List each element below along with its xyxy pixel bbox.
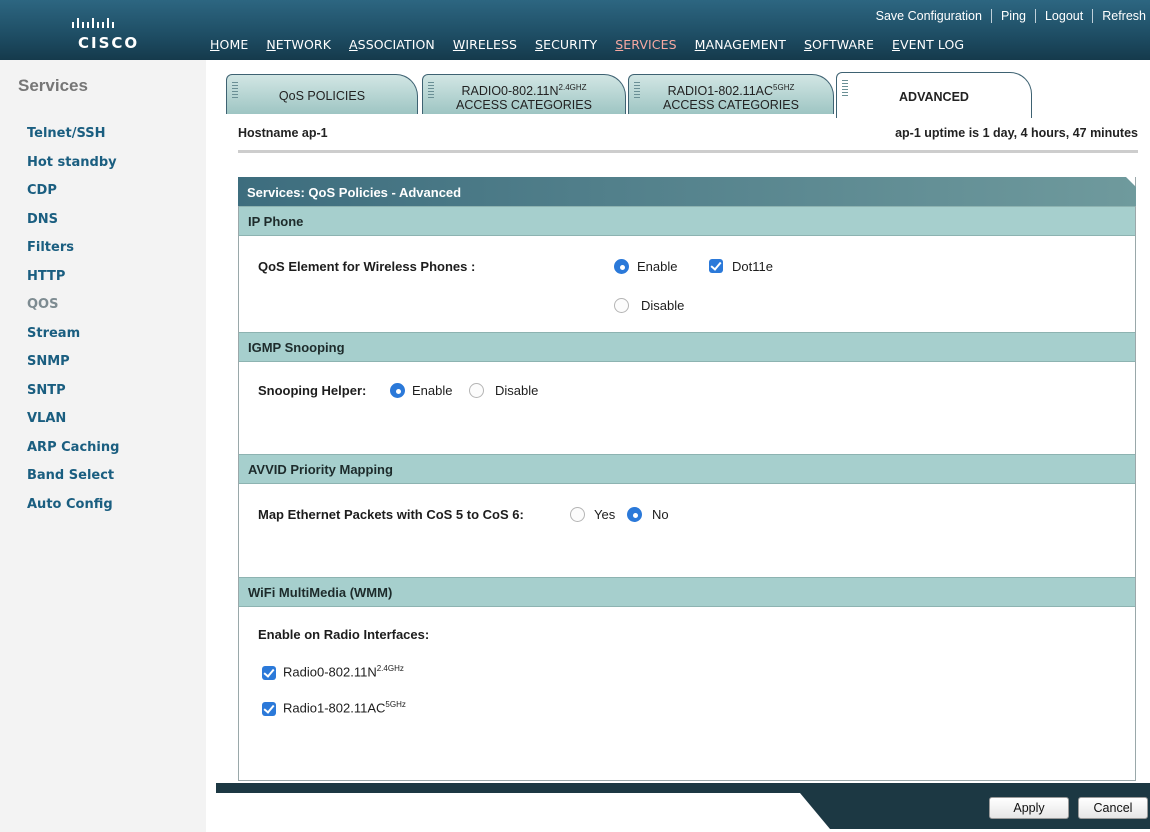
cisco-bars-icon — [72, 12, 114, 28]
grip-icon — [842, 80, 848, 96]
snooping-enable-radio[interactable] — [390, 383, 405, 398]
dot11e-text: Dot11e — [732, 259, 773, 274]
nav-home[interactable]: HOME — [210, 37, 248, 52]
wmm-radio0-checkbox[interactable] — [262, 666, 276, 680]
save-configuration-link[interactable]: Save Configuration — [867, 9, 991, 23]
nav-services[interactable]: SERVICES — [615, 37, 676, 52]
sidebar-item-http[interactable]: HTTP — [27, 267, 119, 296]
snooping-disable-text: Disable — [495, 383, 539, 398]
section-title: WiFi MultiMedia (WMM) — [248, 585, 393, 600]
apply-button[interactable]: Apply — [989, 797, 1069, 819]
footer-stripe — [216, 783, 1150, 793]
section-title: AVVID Priority Mapping — [248, 462, 393, 477]
utility-links: Save Configuration Ping Logout Refresh — [867, 8, 1150, 24]
tab-qos-policies[interactable]: QoS POLICIES — [226, 74, 418, 114]
sidebar-item-cdp[interactable]: CDP — [27, 181, 119, 210]
section-wmm: WiFi MultiMedia (WMM) — [239, 577, 1135, 607]
app-header: CISCO Save Configuration Ping Logout Ref… — [0, 0, 1150, 60]
qos-element-disable-radio[interactable] — [614, 298, 629, 313]
wmm-radio0-text: Radio0-802.11N2.4GHz — [283, 664, 404, 680]
sidebar-menu: Telnet/SSH Hot standby CDP DNS Filters H… — [27, 124, 119, 523]
cisco-wordmark: CISCO — [78, 34, 140, 52]
cos-mapping-no-radio[interactable] — [627, 507, 642, 522]
snooping-disable-radio[interactable] — [469, 383, 484, 398]
sidebar-item-auto-config[interactable]: Auto Config — [27, 495, 119, 524]
cisco-logo: CISCO — [22, 8, 192, 54]
wmm-radio1-checkbox[interactable] — [262, 702, 276, 716]
wmm-radio-interfaces-label: Enable on Radio Interfaces: — [258, 627, 430, 642]
cos-mapping-no-text: No — [652, 507, 669, 522]
nav-software[interactable]: SOFTWARE — [804, 37, 874, 52]
tab-strip: QoS POLICIES RADIO0-802.11N2.4GHZ ACCESS … — [226, 72, 1150, 118]
tab-label: RADIO0-802.11N2.4GHZ ACCESS CATEGORIES — [456, 83, 592, 113]
snooping-helper-label: Snooping Helper: — [258, 383, 367, 398]
nav-wireless[interactable]: WIRELESS — [453, 37, 517, 52]
nav-security[interactable]: SECURITY — [535, 37, 597, 52]
section-avvid-priority-mapping: AVVID Priority Mapping — [239, 454, 1135, 484]
sidebar-title: Services — [18, 76, 88, 95]
panel-title: Services: QoS Policies - Advanced — [247, 185, 462, 200]
grip-icon — [232, 82, 238, 98]
section-ip-phone: IP Phone — [239, 206, 1135, 236]
section-title: IP Phone — [248, 214, 304, 229]
main-nav: HOME NETWORK ASSOCIATION WIRELESS SECURI… — [210, 37, 982, 52]
sidebar-item-vlan[interactable]: VLAN — [27, 409, 119, 438]
nav-management[interactable]: MANAGEMENT — [695, 37, 786, 52]
grip-icon — [634, 82, 640, 98]
footer-bar: Apply Cancel — [216, 783, 1150, 832]
tab-advanced[interactable]: ADVANCED — [836, 72, 1032, 118]
logout-link[interactable]: Logout — [1034, 9, 1092, 23]
sidebar-item-filters[interactable]: Filters — [27, 238, 119, 267]
qos-element-enable-text: Enable — [637, 259, 678, 274]
cos-mapping-yes-radio[interactable] — [570, 507, 585, 522]
qos-element-enable-radio[interactable] — [614, 259, 629, 274]
sidebar-item-dns[interactable]: DNS — [27, 210, 119, 239]
sidebar-item-sntp[interactable]: SNTP — [27, 381, 119, 410]
host-info-bar: Hostname ap-1 ap-1 uptime is 1 day, 4 ho… — [238, 126, 1138, 142]
tab-label: ADVANCED — [899, 90, 969, 104]
dot11e-checkbox[interactable] — [709, 259, 723, 273]
sidebar-item-stream[interactable]: Stream — [27, 324, 119, 353]
cancel-button[interactable]: Cancel — [1078, 797, 1148, 819]
tab-radio0-access-categories[interactable]: RADIO0-802.11N2.4GHZ ACCESS CATEGORIES — [422, 74, 626, 114]
tab-label: QoS POLICIES — [278, 89, 366, 103]
cos-mapping-label: Map Ethernet Packets with CoS 5 to CoS 6… — [258, 507, 524, 522]
uptime-text: ap-1 uptime is 1 day, 4 hours, 47 minute… — [895, 126, 1138, 140]
sidebar-item-arp-caching[interactable]: ARP Caching — [27, 438, 119, 467]
tab-label: RADIO1-802.11AC5GHZ ACCESS CATEGORIES — [663, 83, 799, 113]
section-igmp-snooping: IGMP Snooping — [239, 332, 1135, 362]
sidebar-item-hot-standby[interactable]: Hot standby — [27, 153, 119, 182]
qos-advanced-panel: Services: QoS Policies - Advanced IP Pho… — [238, 177, 1136, 781]
qos-element-disable-text: Disable — [641, 298, 685, 313]
nav-event-log[interactable]: EVENT LOG — [892, 37, 964, 52]
section-title: IGMP Snooping — [248, 340, 345, 355]
divider — [238, 150, 1138, 153]
tab-radio1-access-categories[interactable]: RADIO1-802.11AC5GHZ ACCESS CATEGORIES — [628, 74, 834, 114]
panel-header: Services: QoS Policies - Advanced — [238, 177, 1136, 206]
hostname-text: Hostname ap-1 — [238, 126, 328, 140]
snooping-enable-text: Enable — [412, 383, 453, 398]
nav-association[interactable]: ASSOCIATION — [349, 37, 435, 52]
sidebar: Services Telnet/SSH Hot standby CDP DNS … — [0, 60, 206, 832]
sidebar-item-qos[interactable]: QOS — [27, 295, 119, 324]
sidebar-item-snmp[interactable]: SNMP — [27, 352, 119, 381]
refresh-link[interactable]: Refresh — [1092, 9, 1150, 23]
ping-link[interactable]: Ping — [990, 9, 1035, 23]
wmm-radio1-text: Radio1-802.11AC5GHz — [283, 700, 406, 716]
cos-mapping-yes-text: Yes — [594, 507, 616, 522]
grip-icon — [428, 82, 434, 98]
nav-network[interactable]: NETWORK — [266, 37, 331, 52]
qos-element-label: QoS Element for Wireless Phones : — [258, 259, 476, 274]
sidebar-item-band-select[interactable]: Band Select — [27, 466, 119, 495]
sidebar-item-telnet-ssh[interactable]: Telnet/SSH — [27, 124, 119, 153]
